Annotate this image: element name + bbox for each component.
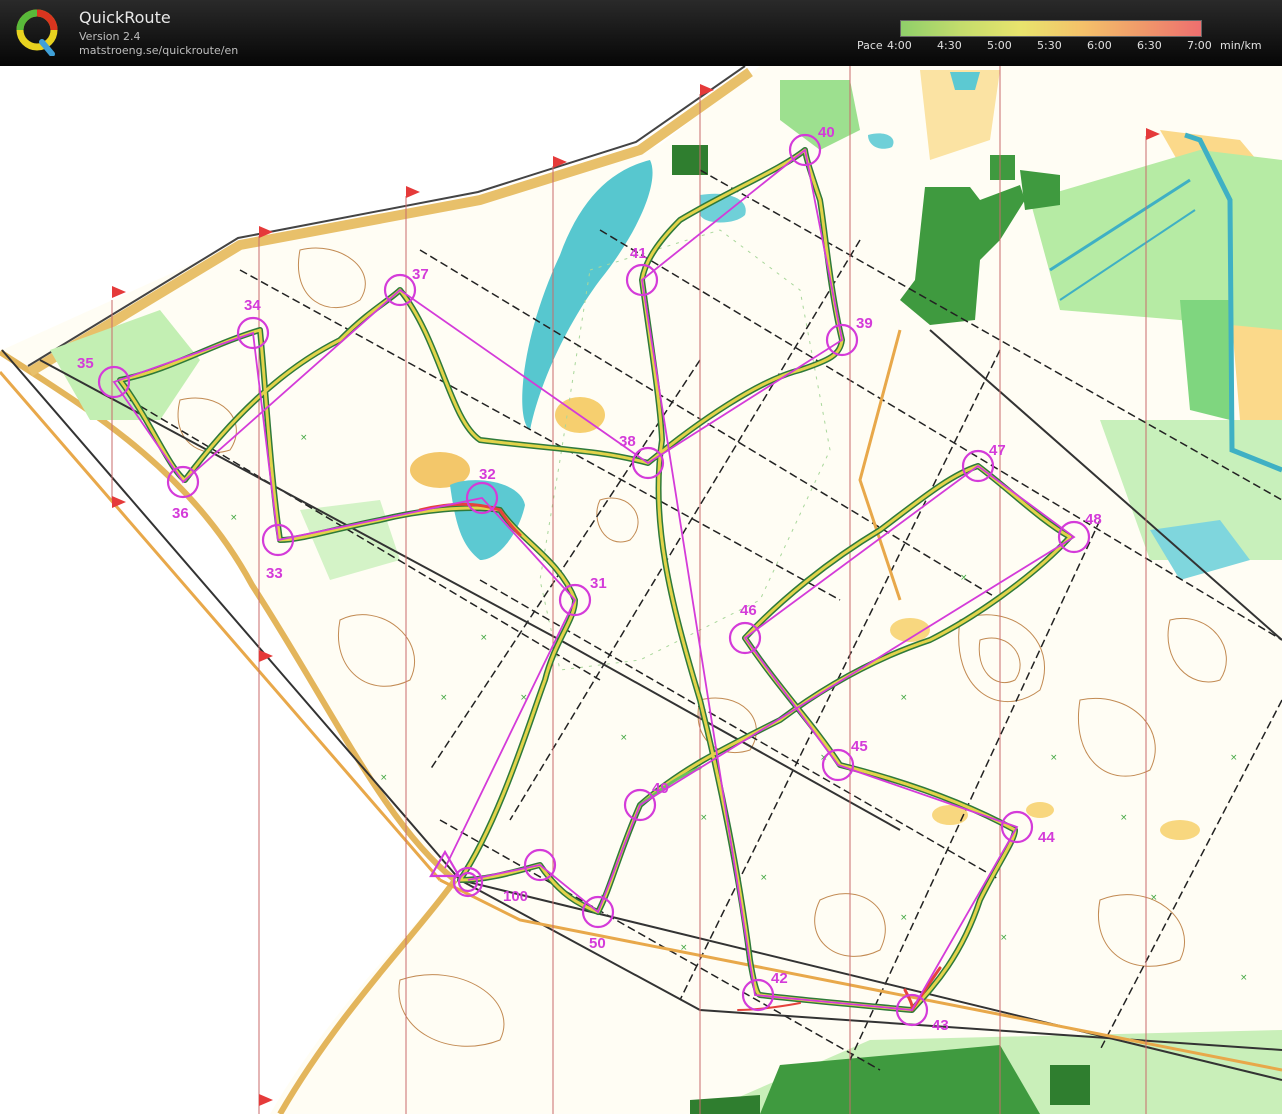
pace-tick-1: 4:30: [937, 39, 962, 52]
svg-text:×: ×: [1150, 893, 1158, 903]
control-label-35: 35: [77, 355, 94, 372]
control-label-38: 38: [619, 433, 636, 450]
map-canvas[interactable]: ××× ××× ××× ××× ××× ××× ××× 31 32 33 34 …: [0, 66, 1282, 1114]
pace-tick-3: 5:30: [1037, 39, 1062, 52]
svg-text:×: ×: [440, 693, 448, 703]
control-label-50: 50: [589, 935, 606, 952]
pace-color-scale: [900, 20, 1202, 37]
pace-tick-6: 7:00: [1187, 39, 1212, 52]
app-version: Version 2.4: [79, 30, 141, 43]
control-label-39: 39: [856, 315, 873, 332]
svg-text:×: ×: [300, 433, 308, 443]
pace-tick-0: 4:00: [887, 39, 912, 52]
control-label-40: 40: [818, 124, 835, 141]
control-label-44: 44: [1038, 829, 1055, 846]
quickroute-logo: [16, 9, 58, 56]
pace-unit: min/km: [1220, 39, 1262, 52]
svg-text:×: ×: [480, 633, 488, 643]
pace-tick-4: 6:00: [1087, 39, 1112, 52]
svg-text:×: ×: [960, 573, 968, 583]
orienteering-map[interactable]: × × × × × × × × × × × × × × × × × × × × ×: [0, 66, 1282, 1114]
app-title: QuickRoute: [79, 8, 171, 27]
svg-text:×: ×: [900, 913, 908, 923]
pace-tick-5: 6:30: [1137, 39, 1162, 52]
svg-text:×: ×: [620, 733, 628, 743]
control-label-36: 36: [172, 505, 189, 522]
control-label-43: 43: [932, 1017, 949, 1034]
control-label-47: 47: [989, 442, 1006, 459]
app-url: matstroeng.se/quickroute/en: [79, 44, 239, 57]
svg-text:×: ×: [900, 693, 908, 703]
svg-text:×: ×: [380, 773, 388, 783]
control-label-32: 32: [479, 466, 496, 483]
control-label-42: 42: [771, 970, 788, 987]
svg-text:×: ×: [1050, 753, 1058, 763]
control-label-41: 41: [630, 245, 647, 262]
pace-tick-2: 5:00: [987, 39, 1012, 52]
control-label-49: 49: [652, 780, 669, 797]
control-label-37: 37: [412, 266, 429, 283]
svg-text:×: ×: [1000, 933, 1008, 943]
control-label-100: 100: [503, 888, 528, 905]
svg-text:×: ×: [760, 873, 768, 883]
svg-text:×: ×: [230, 513, 238, 523]
svg-text:×: ×: [1120, 813, 1128, 823]
svg-text:×: ×: [1230, 753, 1238, 763]
pace-prefix: Pace: [857, 39, 883, 52]
control-label-33: 33: [266, 565, 283, 582]
svg-text:×: ×: [700, 813, 708, 823]
control-label-45: 45: [851, 738, 868, 755]
control-label-34: 34: [244, 297, 261, 314]
control-label-31: 31: [590, 575, 607, 592]
control-label-46: 46: [740, 602, 757, 619]
svg-text:×: ×: [680, 943, 688, 953]
map-terrain: ××× ××× ××× ××× ××× ××× ×××: [0, 66, 1282, 1114]
app-header: QuickRoute Version 2.4 matstroeng.se/qui…: [0, 0, 1282, 66]
control-label-48: 48: [1085, 511, 1102, 528]
svg-text:×: ×: [1240, 973, 1248, 983]
